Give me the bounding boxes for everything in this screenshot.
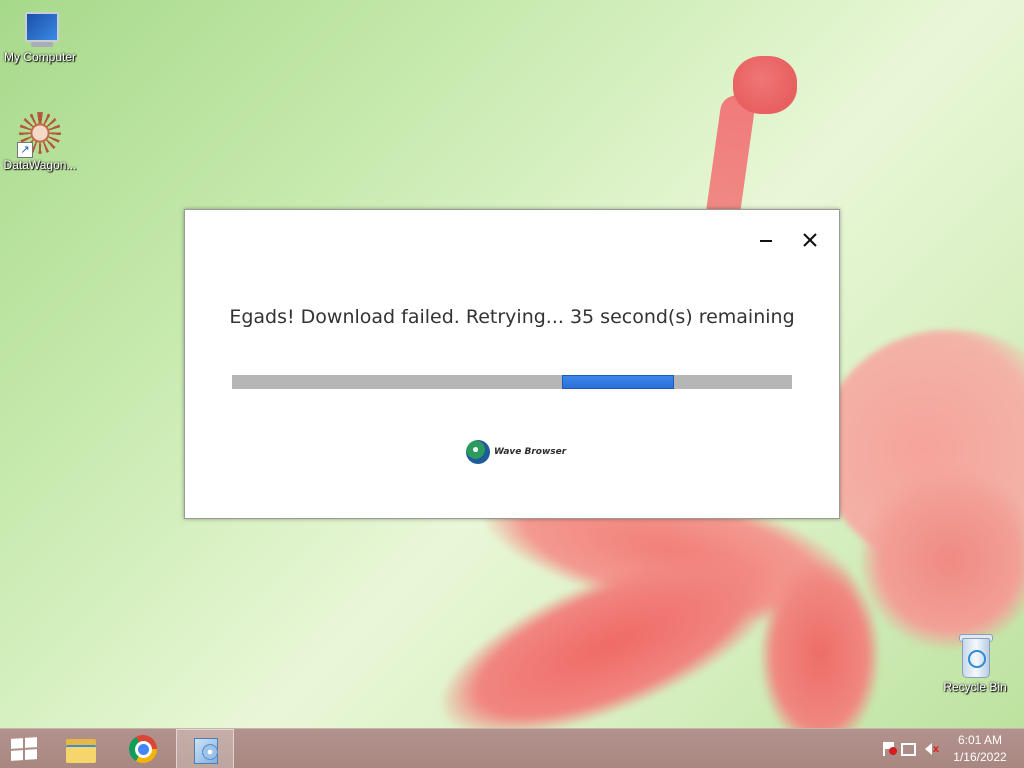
brand-name: Wave Browser bbox=[494, 447, 567, 457]
desktop-icon-recycle-bin[interactable]: Recycle Bin bbox=[935, 632, 1015, 694]
taskbar-installer[interactable] bbox=[176, 729, 234, 768]
desktop-icon-datawagon[interactable]: ↗ DataWagon... bbox=[0, 112, 80, 172]
datawagon-icon: ↗ bbox=[17, 112, 63, 158]
wallpaper-petal bbox=[860, 470, 1024, 650]
desktop: My Computer ↗ DataWagon... Recycle Bin E… bbox=[0, 0, 1024, 768]
desktop-icon-my-computer[interactable]: My Computer bbox=[0, 10, 80, 64]
taskbar-chrome[interactable] bbox=[118, 729, 168, 768]
wallpaper-stem-tip bbox=[733, 56, 797, 114]
wallpaper-petal bbox=[760, 560, 880, 750]
system-tray: x bbox=[872, 729, 944, 768]
desktop-icon-label: DataWagon... bbox=[3, 158, 77, 172]
computer-icon bbox=[19, 10, 61, 48]
recycle-bin-icon bbox=[957, 632, 993, 678]
taskbar-file-explorer[interactable] bbox=[56, 729, 106, 768]
installer-icon bbox=[190, 734, 220, 764]
windows-logo-icon bbox=[11, 737, 37, 761]
desktop-icon-label: My Computer bbox=[3, 50, 77, 64]
shortcut-arrow-icon: ↗ bbox=[17, 142, 33, 158]
start-button[interactable] bbox=[0, 729, 48, 768]
wave-browser-logo-icon bbox=[466, 440, 490, 464]
download-status-message: Egads! Download failed. Retrying... 35 s… bbox=[229, 306, 795, 328]
taskbar-clock[interactable]: 6:01 AM 1/16/2022 bbox=[944, 732, 1016, 766]
close-button[interactable] bbox=[795, 228, 825, 252]
close-icon bbox=[803, 233, 817, 247]
taskbar: x 6:01 AM 1/16/2022 bbox=[0, 728, 1024, 768]
progress-fill bbox=[562, 375, 675, 389]
download-progress-bar bbox=[232, 375, 792, 389]
download-dialog: Egads! Download failed. Retrying... 35 s… bbox=[184, 209, 840, 519]
action-center-flag-icon[interactable] bbox=[876, 741, 897, 757]
clock-date: 1/16/2022 bbox=[953, 750, 1007, 764]
folder-icon bbox=[66, 737, 96, 763]
minimize-button[interactable] bbox=[751, 228, 781, 252]
network-icon[interactable] bbox=[900, 741, 916, 757]
minimize-icon bbox=[760, 240, 772, 242]
brand-logo: Wave Browser bbox=[466, 440, 566, 464]
desktop-icon-label: Recycle Bin bbox=[943, 680, 1007, 694]
chrome-icon bbox=[129, 735, 157, 763]
clock-time: 6:01 AM bbox=[957, 733, 1003, 747]
volume-muted-icon[interactable]: x bbox=[924, 741, 940, 757]
